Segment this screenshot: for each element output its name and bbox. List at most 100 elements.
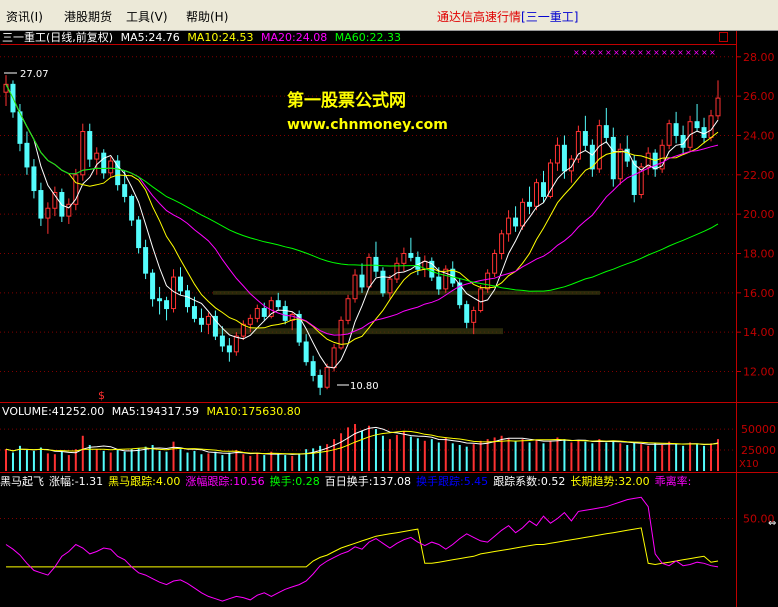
candle-body bbox=[282, 306, 288, 321]
indicator-axis: 50.00 bbox=[0, 513, 775, 526]
signal-x-mark: × bbox=[613, 48, 620, 57]
candle-body bbox=[226, 345, 232, 353]
price-tick-label: 20.00 bbox=[743, 208, 775, 221]
candle-body bbox=[178, 276, 184, 292]
volume-axis: 50000 25000 bbox=[0, 423, 776, 457]
signal-mark: $ bbox=[98, 389, 105, 402]
candle-body bbox=[143, 247, 149, 274]
watermark-title: 第一股票公式网 bbox=[287, 90, 406, 111]
brand-title: 通达信高速行情 bbox=[437, 10, 522, 24]
indicator-header-item: 涨幅:-1.31 bbox=[49, 475, 103, 488]
candle-body bbox=[715, 97, 721, 117]
signal-x-mark: × bbox=[645, 48, 652, 57]
menu-tools[interactable]: 工具(V) bbox=[126, 8, 168, 25]
candle-body bbox=[31, 166, 37, 192]
crosshair-cursor-icon: ⇔ bbox=[768, 518, 776, 529]
candle-body bbox=[603, 125, 609, 138]
candle-body bbox=[666, 123, 672, 146]
volume-tick-label: 25000 bbox=[741, 444, 776, 457]
signal-x-mark: × bbox=[637, 48, 644, 57]
watermark-url: www.chnmoney.com bbox=[287, 117, 448, 133]
volume-label: VOLUME:41252.00 bbox=[2, 405, 104, 418]
candle-body bbox=[513, 217, 519, 227]
low-price-label: 10.80 bbox=[350, 381, 379, 392]
candle-body bbox=[408, 252, 414, 258]
signal-x-mark: × bbox=[669, 48, 676, 57]
candle-body bbox=[373, 256, 379, 272]
candle-body bbox=[80, 131, 86, 176]
menu-hk-futures[interactable]: 港股期货 bbox=[64, 8, 112, 25]
candle-body bbox=[233, 335, 239, 353]
candle-body bbox=[478, 288, 484, 312]
indicator-header-item: 黑马起飞 bbox=[0, 475, 44, 488]
candle-body bbox=[136, 219, 142, 249]
candle-body bbox=[464, 304, 470, 323]
candle-body bbox=[317, 374, 323, 388]
high-price-label: 27.07 bbox=[20, 69, 49, 80]
candle-body bbox=[540, 182, 546, 197]
price-tick-label: 26.00 bbox=[743, 90, 775, 103]
ma60-line bbox=[5, 84, 719, 292]
candle-body bbox=[157, 298, 163, 302]
candle-body bbox=[694, 121, 700, 129]
signal-x-mark: × bbox=[701, 48, 708, 57]
indicator-header-item: 乖离率: bbox=[655, 474, 692, 488]
signal-x-marks: × × × × × × × × × × × × × × × × × × bbox=[573, 48, 716, 57]
ma20-label: MA20:24.08 bbox=[261, 31, 327, 44]
volume-ma5-label: MA5:194317.59 bbox=[112, 405, 199, 418]
candle-body bbox=[610, 136, 616, 180]
candle-body bbox=[101, 152, 107, 174]
menu-help[interactable]: 帮助(H) bbox=[186, 8, 228, 25]
trend-line bbox=[6, 527, 719, 568]
price-tick-label: 18.00 bbox=[743, 247, 775, 260]
ma10-label: MA10:24.53 bbox=[187, 31, 253, 44]
price-tick-label: 24.00 bbox=[743, 129, 775, 142]
indicator-header-item: 跟踪系数:0.52 bbox=[493, 474, 565, 488]
candle-body bbox=[345, 298, 351, 321]
volume-tick-label: 50000 bbox=[741, 423, 776, 436]
ma5-label: MA5:24.76 bbox=[121, 31, 180, 44]
candle-body bbox=[366, 256, 372, 288]
candle-body bbox=[527, 201, 533, 207]
candle-body bbox=[652, 152, 658, 170]
candle-body bbox=[87, 131, 93, 160]
indicator-header-item: 换手跟踪:5.45 bbox=[416, 474, 488, 488]
candle-body bbox=[94, 152, 100, 160]
signal-x-mark: × bbox=[653, 48, 660, 57]
signal-x-mark: × bbox=[629, 48, 636, 57]
candle-body bbox=[582, 131, 588, 146]
menu-info[interactable]: 资讯(I) bbox=[6, 8, 43, 25]
candle-body bbox=[673, 123, 679, 136]
signal-x-mark: × bbox=[621, 48, 628, 57]
candle-body bbox=[499, 233, 505, 254]
candle-body bbox=[492, 252, 498, 274]
signal-x-mark: × bbox=[661, 48, 668, 57]
price-tick-label: 28.00 bbox=[743, 51, 775, 64]
price-tick-label: 12.00 bbox=[743, 365, 775, 378]
stock-chart[interactable]: 28.00 26.00 24.00 22.00 20.00 18.00 16.00 14.00… bbox=[0, 31, 778, 607]
candle-body bbox=[275, 300, 281, 308]
signal-x-mark: × bbox=[581, 48, 588, 57]
candle-body bbox=[443, 268, 449, 290]
candle-body bbox=[387, 278, 393, 294]
menu-bar: 资讯(I) 港股期货 工具(V) 帮助(H) 通达信高速行情[三一重工] bbox=[0, 0, 778, 31]
candle-body bbox=[485, 272, 491, 290]
brand-stock[interactable]: [三一重工] bbox=[521, 10, 578, 24]
candle-body bbox=[24, 142, 30, 168]
candle-body bbox=[617, 148, 623, 180]
indicator-header: 黑马起飞 涨幅:-1.31 黑马跟踪:4.00 涨幅跟踪:10.56 换手:0.28 百日… bbox=[0, 474, 691, 488]
volume-header: VOLUME:41252.00 MA5:194317.59 MA10:17563… bbox=[2, 405, 301, 418]
candle-body bbox=[471, 310, 477, 323]
candle-body bbox=[261, 308, 267, 317]
candle-body bbox=[38, 190, 44, 219]
candle-body bbox=[191, 306, 197, 319]
candle-body bbox=[150, 272, 156, 300]
candle-body bbox=[108, 160, 114, 174]
indicator-header-item: 长期趋势:32.00 bbox=[570, 475, 649, 488]
square-icon[interactable] bbox=[719, 32, 728, 42]
indicator-header-item: 黑马跟踪:4.00 bbox=[108, 474, 180, 488]
signal-x-mark: × bbox=[685, 48, 692, 57]
candle-body bbox=[3, 83, 9, 93]
indicator-header-item: 涨幅跟踪:10.56 bbox=[185, 474, 264, 488]
ma60-label: MA60:22.33 bbox=[335, 31, 401, 44]
